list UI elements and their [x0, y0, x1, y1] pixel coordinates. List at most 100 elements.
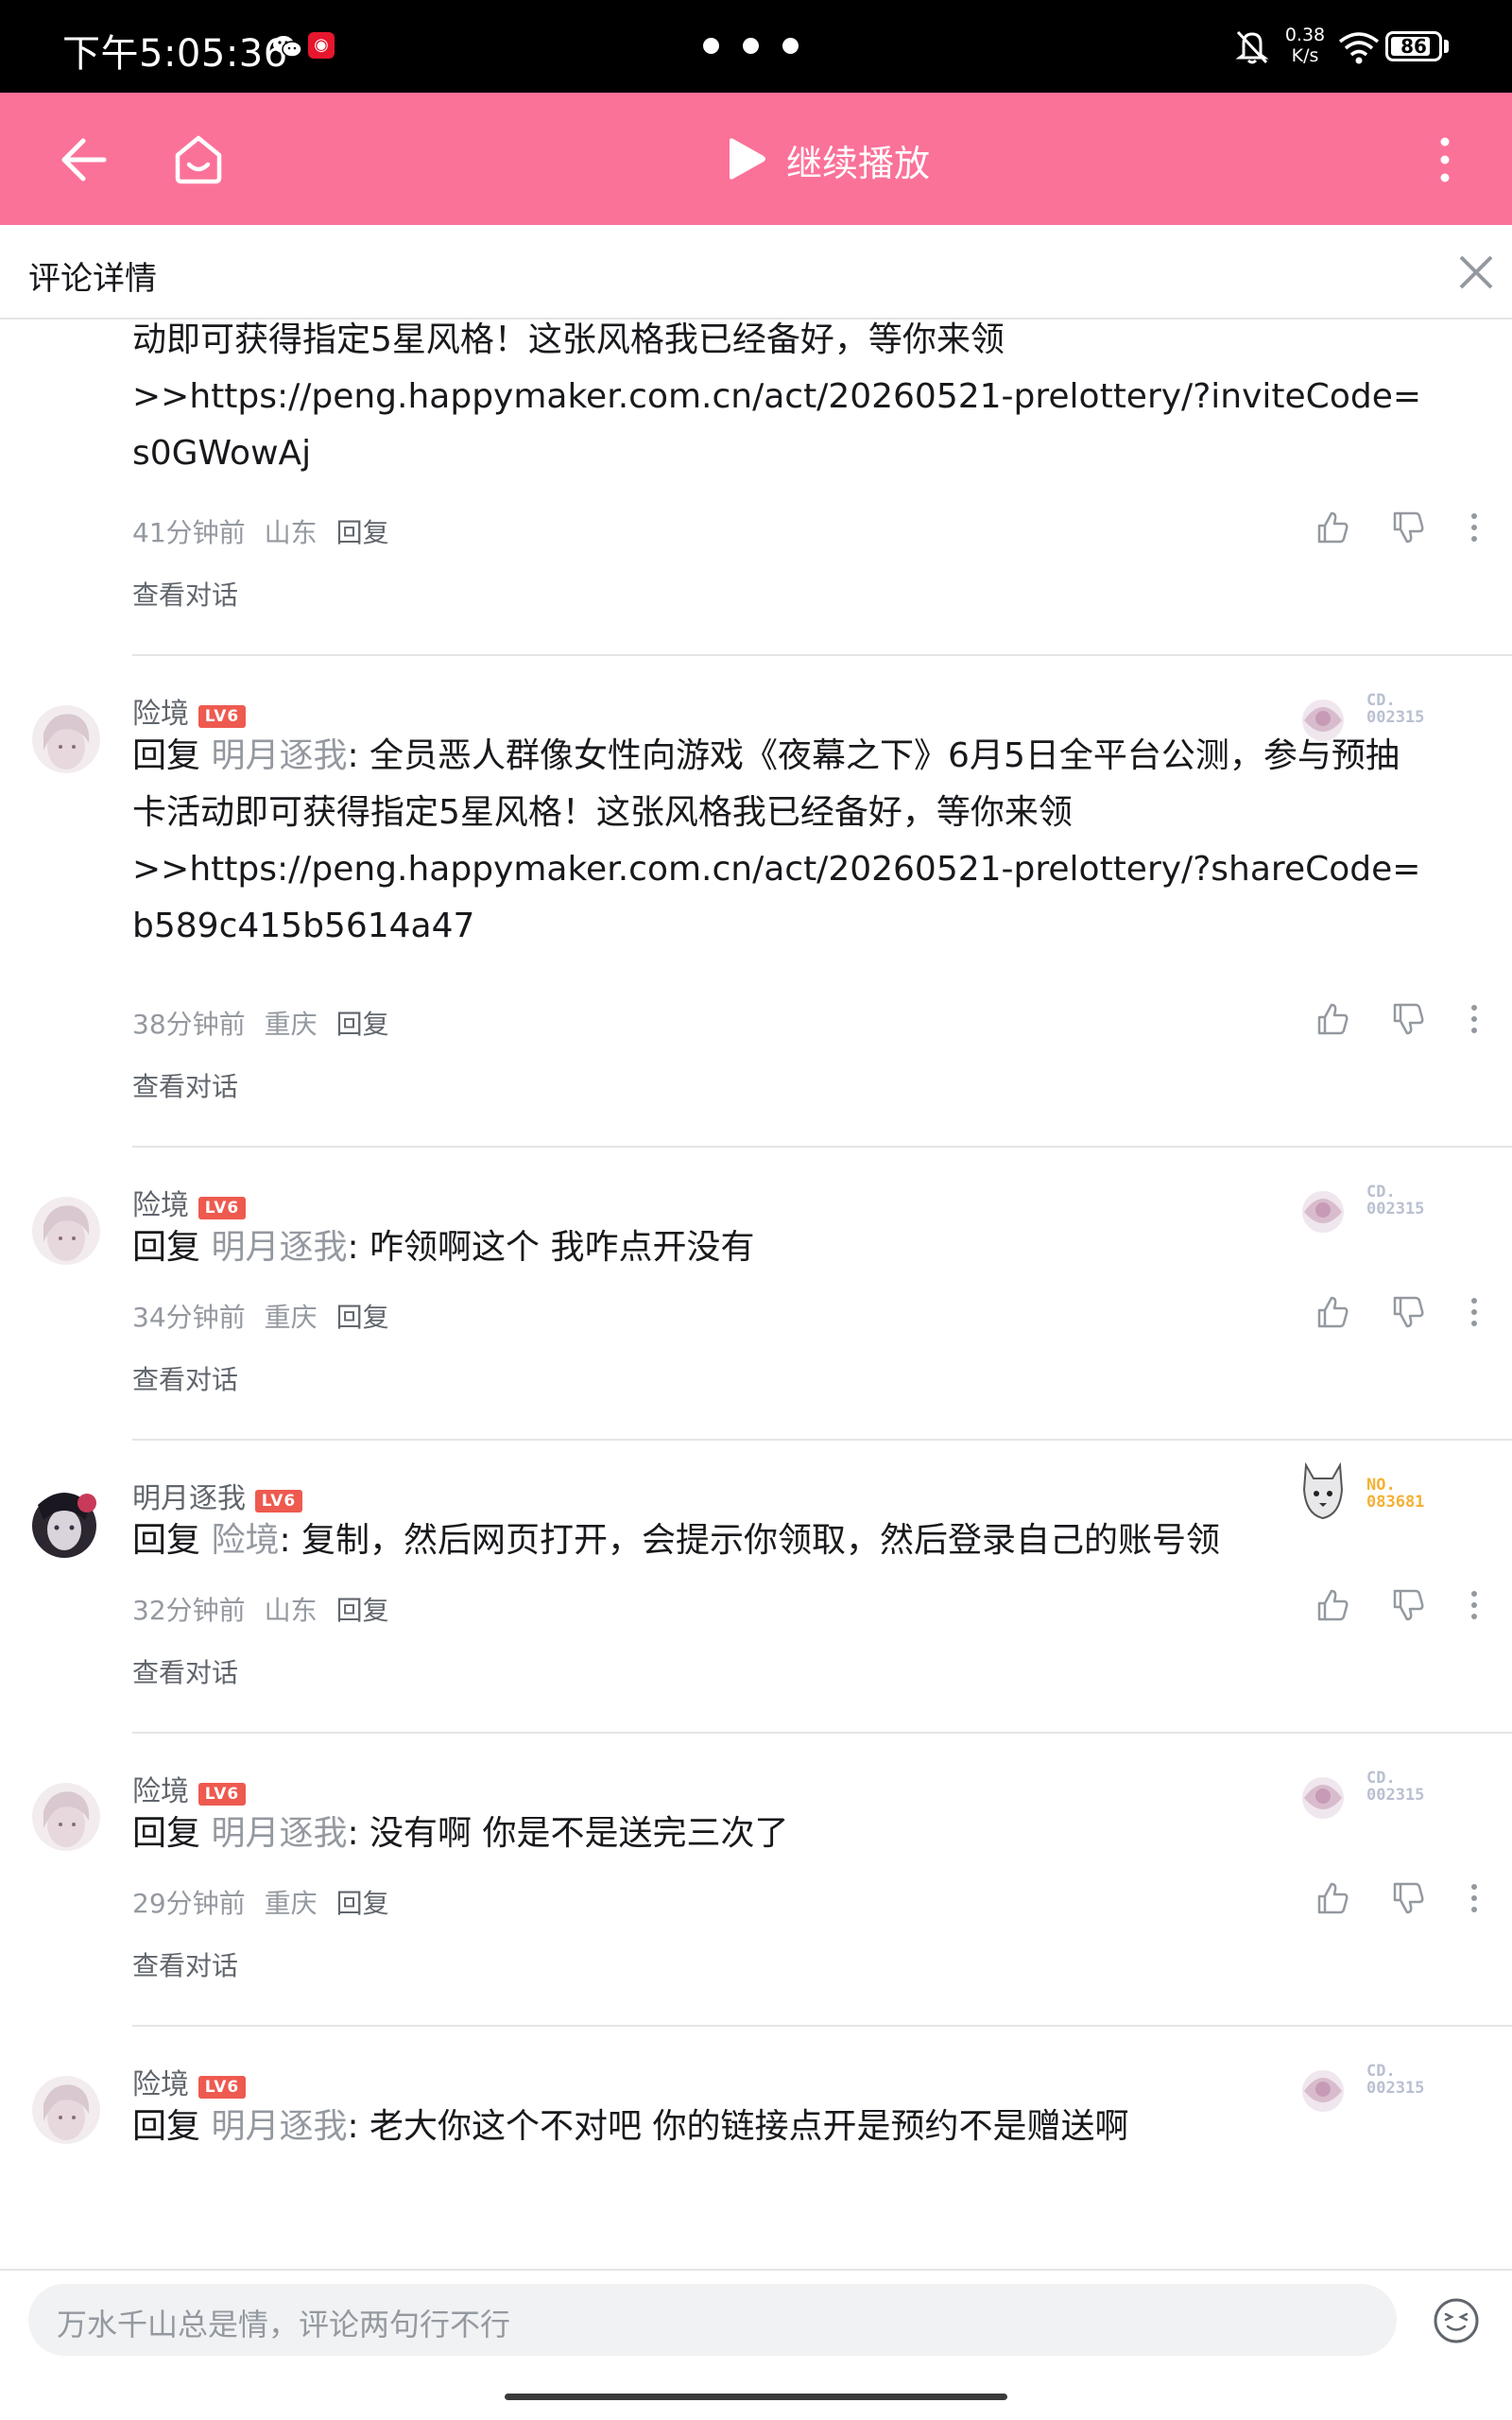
avatar[interactable]	[32, 705, 100, 773]
divider	[132, 654, 1512, 656]
continue-play-button[interactable]: 继续播放	[786, 134, 930, 186]
level-badge: LV6	[255, 1490, 302, 1512]
like-icon[interactable]	[1314, 1000, 1351, 1038]
fan-number: CD. 002315	[1366, 1769, 1425, 1805]
divider	[132, 2025, 1512, 2027]
wifi-icon	[1338, 32, 1380, 64]
comment-meta: 32分钟前 山东 回复	[132, 1590, 408, 1628]
divider	[132, 1146, 1512, 1148]
comment-text: 回复 明月逐我: 咋领啊这个 我咋点开没有	[132, 1228, 755, 1267]
back-arrow-icon[interactable]	[57, 132, 112, 187]
app-bar: 继续播放	[0, 93, 1512, 225]
status-bar: 下午5:05:36 ◉ 0.38 K/s 86	[0, 0, 1512, 93]
reply-button[interactable]: 回复	[336, 1888, 389, 1919]
home-icon[interactable]	[170, 130, 227, 187]
comment-meta: 34分钟前 重庆 回复	[132, 1297, 408, 1335]
more-vertical-icon[interactable]	[1429, 134, 1461, 185]
mute-icon	[1235, 30, 1269, 64]
dislike-icon[interactable]	[1389, 1000, 1427, 1038]
avatar[interactable]	[19, 1477, 110, 1567]
like-icon[interactable]	[1314, 1293, 1351, 1331]
level-badge: LV6	[198, 1783, 246, 1806]
comment-location: 重庆	[264, 1009, 318, 1040]
comment-location: 重庆	[264, 1302, 318, 1333]
comment-more-icon[interactable]	[1455, 1293, 1493, 1331]
avatar[interactable]	[32, 1783, 100, 1851]
fan-number: NO. 083681	[1366, 1476, 1425, 1512]
comment-location: 山东	[264, 517, 318, 548]
mention-link[interactable]: 明月逐我	[211, 2107, 347, 2146]
mention-link[interactable]: 明月逐我	[211, 1228, 347, 1267]
level-badge: LV6	[198, 2076, 246, 2099]
comment-text: 回复 明月逐我: 没有啊 你是不是送完三次了	[132, 1814, 789, 1853]
network-speed: 0.38 K/s	[1281, 25, 1329, 66]
dislike-icon[interactable]	[1389, 509, 1427, 546]
reply-button[interactable]: 回复	[336, 1595, 389, 1626]
username[interactable]: 明月逐我 LV6	[132, 1475, 302, 1516]
mention-link[interactable]: 明月逐我	[211, 736, 347, 775]
comment-time: 29分钟前	[132, 1888, 246, 1919]
battery-tip	[1444, 40, 1449, 53]
view-conversation-link[interactable]: 查看对话	[132, 1652, 238, 1690]
dislike-icon[interactable]	[1389, 1293, 1427, 1331]
speed-value: 0.38	[1284, 25, 1326, 45]
comment-location: 重庆	[264, 1888, 318, 1919]
view-conversation-link[interactable]: 查看对话	[132, 575, 238, 613]
home-indicator[interactable]	[505, 2394, 1007, 2400]
comment-time: 38分钟前	[132, 1009, 246, 1040]
like-icon[interactable]	[1314, 509, 1351, 546]
comment-location: 山东	[264, 1595, 318, 1626]
avatar[interactable]	[32, 1197, 100, 1265]
battery-icon: 86	[1385, 31, 1442, 61]
mention-link[interactable]: 明月逐我	[211, 1814, 347, 1853]
fan-number: CD. 002315	[1366, 691, 1425, 727]
comment-input[interactable]: 万水千山总是情，评论两句行不行	[28, 2284, 1397, 2356]
reply-button[interactable]: 回复	[336, 1302, 389, 1333]
username[interactable]: 险境 LV6	[132, 690, 246, 732]
view-conversation-link[interactable]: 查看对话	[132, 1945, 238, 1983]
level-badge: LV6	[198, 1197, 246, 1219]
comment-text: 动即可获得指定5星风格！这张风格我已经备好，等你来领 >>https://pen…	[132, 320, 1422, 473]
comment-text: 回复 险境: 复制，然后网页打开，会提示你领取，然后登录自己的账号领	[132, 1521, 1221, 1560]
comment-time: 41分钟前	[132, 517, 246, 548]
dislike-icon[interactable]	[1389, 1879, 1427, 1917]
comment-meta: 41分钟前 山东 回复	[132, 512, 408, 550]
reply-button[interactable]: 回复	[336, 1009, 389, 1040]
play-icon[interactable]	[722, 135, 769, 182]
fan-number: CD. 002315	[1366, 1183, 1425, 1219]
username[interactable]: 险境 LV6	[132, 1182, 246, 1223]
comment-more-icon[interactable]	[1455, 1586, 1493, 1624]
comment-list[interactable]: 动即可获得指定5星风格！这张风格我已经备好，等你来领 >>https://pen…	[0, 320, 1512, 2269]
view-conversation-link[interactable]: 查看对话	[132, 1066, 238, 1104]
comment-meta: 29分钟前 重庆 回复	[132, 1883, 408, 1921]
reply-button[interactable]: 回复	[336, 517, 389, 548]
mention-link[interactable]: 险境	[211, 1521, 279, 1560]
comment-more-icon[interactable]	[1455, 509, 1493, 546]
comment-input-placeholder[interactable]: 万水千山总是情，评论两句行不行	[57, 2301, 510, 2344]
wechat-icon	[273, 36, 302, 58]
emoji-icon[interactable]	[1433, 2297, 1480, 2344]
page-title: 评论详情	[28, 260, 157, 298]
comment-detail-header: 评论详情	[0, 225, 1512, 320]
username[interactable]: 险境 LV6	[132, 1768, 246, 1809]
like-icon[interactable]	[1314, 1879, 1351, 1917]
comment-time: 34分钟前	[132, 1302, 246, 1333]
username[interactable]: 险境 LV6	[132, 2061, 246, 2102]
comment-meta: 38分钟前 重庆 回复	[132, 1004, 408, 1042]
status-time: 下午5:05:36	[62, 32, 288, 76]
view-conversation-link[interactable]: 查看对话	[132, 1359, 238, 1397]
speed-unit: K/s	[1291, 45, 1319, 66]
avatar[interactable]	[32, 2076, 100, 2144]
comment-time: 32分钟前	[132, 1595, 246, 1626]
comment-more-icon[interactable]	[1455, 1879, 1493, 1917]
dislike-icon[interactable]	[1389, 1586, 1427, 1624]
comment-input-bar: 万水千山总是情，评论两句行不行	[0, 2269, 1512, 2420]
fan-number: CD. 002315	[1366, 2062, 1425, 2098]
comment-text: 回复 明月逐我: 全员恶人群像女性向游戏《夜幕之下》6月5日全平台公测，参与预抽…	[132, 736, 1421, 945]
divider	[132, 1439, 1512, 1441]
level-badge: LV6	[198, 705, 246, 728]
like-icon[interactable]	[1314, 1586, 1351, 1624]
comment-text: 回复 明月逐我: 老大你这个不对吧 你的链接点开是预约不是赠送啊	[132, 2107, 1129, 2146]
comment-more-icon[interactable]	[1455, 1000, 1493, 1038]
close-icon[interactable]	[1457, 253, 1495, 291]
